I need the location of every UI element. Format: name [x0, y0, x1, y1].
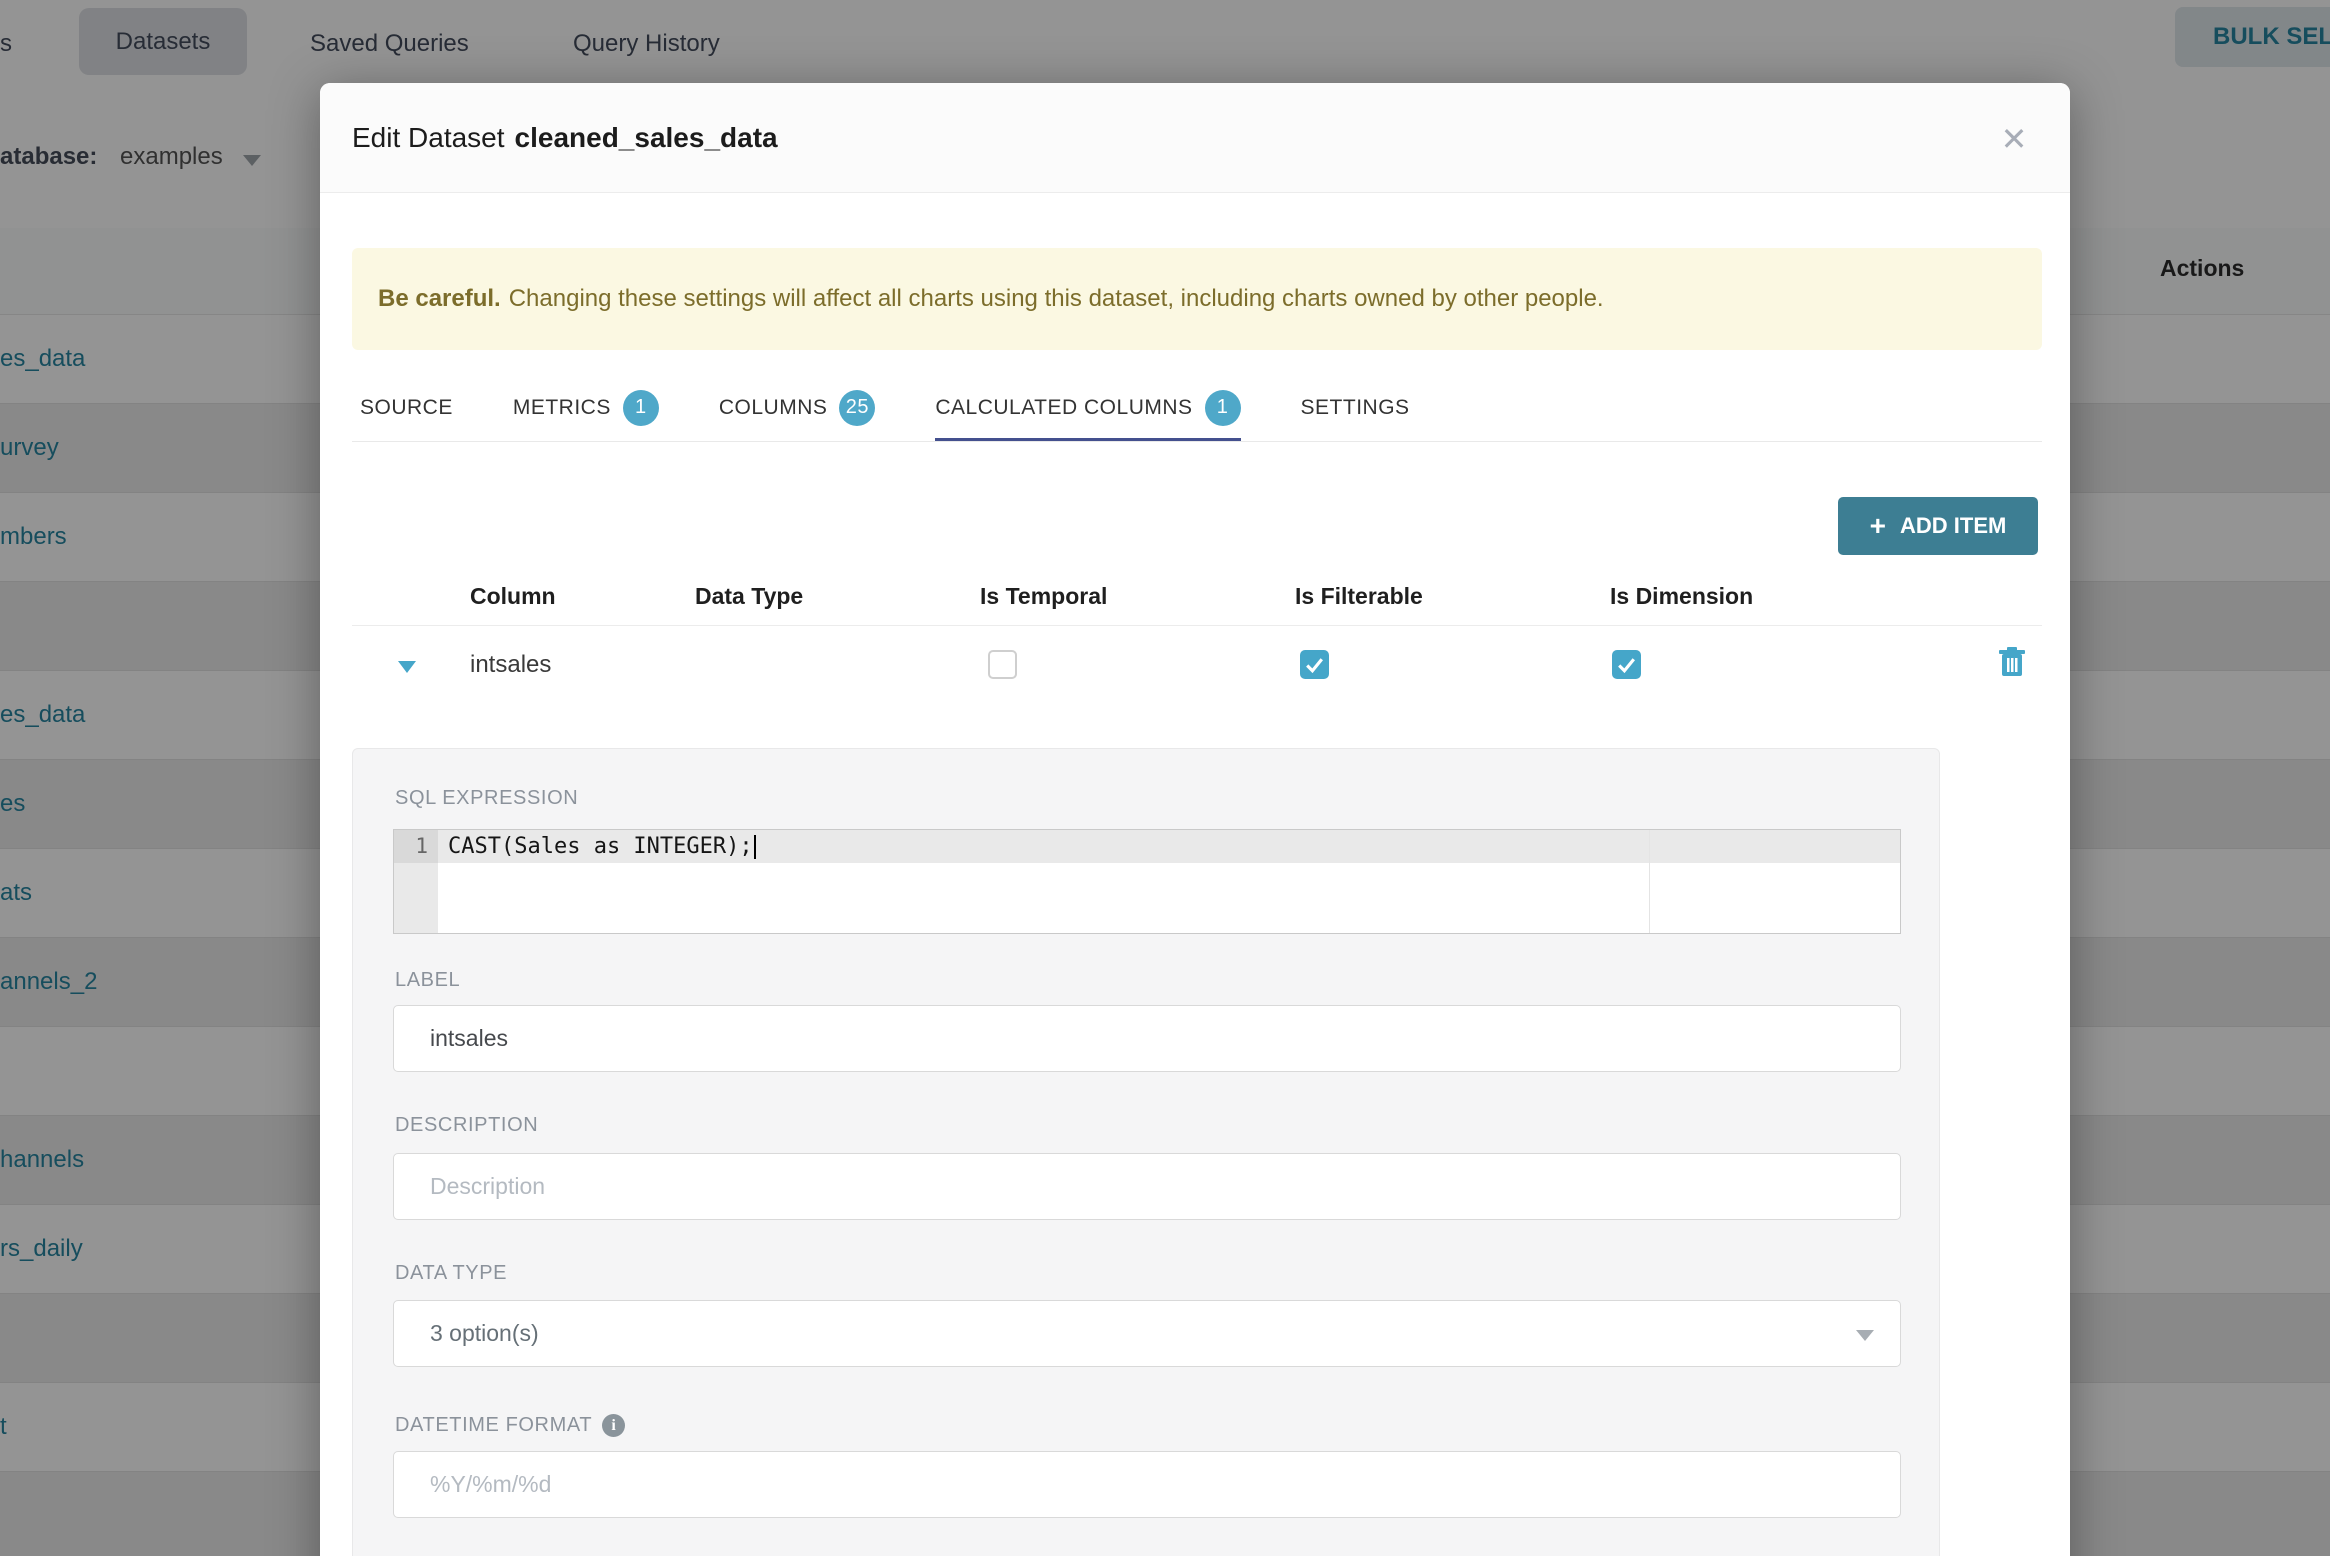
- checkmark-icon: [1306, 658, 1324, 674]
- description-input[interactable]: [393, 1153, 1901, 1220]
- warning-text: Changing these settings will affect all …: [508, 285, 1604, 312]
- data-type-select[interactable]: 3 option(s): [393, 1300, 1901, 1367]
- modal-title-prefix: Edit Dataset: [352, 121, 505, 153]
- modal-title-dataset-name: cleaned_sales_data: [514, 121, 778, 153]
- tab-columns[interactable]: COLUMNS 25: [719, 373, 876, 442]
- sql-expression-editor[interactable]: 1 CAST(Sales as INTEGER);: [393, 829, 1901, 934]
- column-header-is-temporal: Is Temporal: [980, 583, 1108, 609]
- delete-trash-icon[interactable]: [1998, 646, 2026, 678]
- tab-badge: 1: [622, 389, 659, 426]
- tab-label: CALCULATED COLUMNS: [935, 395, 1193, 419]
- tabs-divider: [352, 441, 2042, 442]
- is-temporal-checkbox[interactable]: [988, 650, 1017, 679]
- tab-label: METRICS: [512, 395, 611, 419]
- calculated-column-detail-panel: SQL EXPRESSION 1 CAST(Sales as INTEGER);…: [352, 748, 1940, 1556]
- modal-tabs: SOURCE METRICS 1 COLUMNS 25 CALCULATED C…: [360, 373, 1410, 442]
- table-header-divider: [352, 625, 2042, 626]
- column-header-is-dimension: Is Dimension: [1610, 583, 1754, 609]
- warning-bold-text: Be careful.: [378, 285, 501, 312]
- screen: s Datasets Saved Queries Query History B…: [0, 0, 2330, 1556]
- tab-settings[interactable]: SETTINGS: [1301, 373, 1410, 442]
- column-header-column: Column: [470, 583, 556, 609]
- chevron-down-icon: [1856, 1330, 1874, 1341]
- text-cursor: [753, 835, 756, 859]
- tab-label: SETTINGS: [1300, 395, 1410, 419]
- tab-label: COLUMNS: [718, 395, 828, 419]
- edit-dataset-modal: Edit Dataset cleaned_sales_data ✕ Be car…: [320, 83, 2070, 1556]
- caret-down-icon[interactable]: [398, 661, 416, 673]
- info-icon[interactable]: i: [602, 1414, 626, 1437]
- sql-expression-label: SQL EXPRESSION: [395, 787, 579, 809]
- column-header-is-filterable: Is Filterable: [1295, 583, 1423, 609]
- label-field-label: LABEL: [395, 969, 461, 991]
- sql-expression-code[interactable]: CAST(Sales as INTEGER);: [448, 830, 756, 863]
- warning-banner: Be careful. Changing these settings will…: [352, 248, 2042, 350]
- description-field-label: DESCRIPTION: [395, 1114, 539, 1136]
- column-header-data-type: Data Type: [695, 583, 804, 609]
- add-item-label: ADD ITEM: [1900, 513, 2007, 538]
- tab-badge: 25: [839, 389, 876, 426]
- code-text: CAST(Sales as INTEGER);: [448, 834, 753, 859]
- tab-source[interactable]: SOURCE: [360, 373, 453, 442]
- label-input[interactable]: [393, 1005, 1901, 1072]
- checkmark-icon: [1618, 658, 1636, 674]
- editor-gutter: 1: [394, 830, 438, 933]
- editor-print-margin: [1649, 830, 1650, 933]
- tab-label: SOURCE: [360, 395, 453, 419]
- plus-icon: +: [1869, 510, 1887, 541]
- modal-header: Edit Dataset cleaned_sales_data: [320, 83, 2070, 193]
- data-type-selected-value: 3 option(s): [430, 1320, 539, 1346]
- tab-metrics[interactable]: METRICS 1: [513, 373, 659, 442]
- tab-calculated-columns[interactable]: CALCULATED COLUMNS 1: [935, 373, 1241, 442]
- add-item-button[interactable]: + ADD ITEM: [1838, 497, 2038, 555]
- datetime-format-field-label: DATETIME FORMAT: [395, 1414, 593, 1436]
- is-dimension-checkbox[interactable]: [1612, 650, 1641, 679]
- close-icon[interactable]: ✕: [1992, 117, 2036, 161]
- editor-line-number: 1: [394, 830, 438, 863]
- tab-badge: 1: [1204, 389, 1241, 426]
- calculated-column-name: intsales: [470, 651, 552, 678]
- data-type-field-label: DATA TYPE: [395, 1262, 508, 1284]
- datetime-format-input[interactable]: [393, 1451, 1901, 1518]
- is-filterable-checkbox[interactable]: [1300, 650, 1329, 679]
